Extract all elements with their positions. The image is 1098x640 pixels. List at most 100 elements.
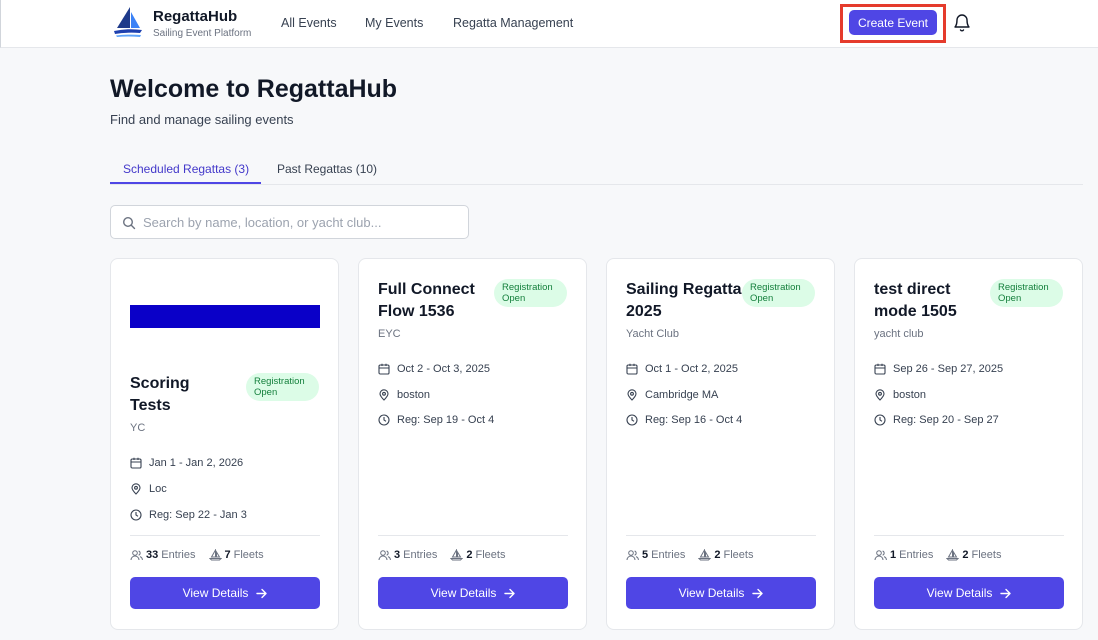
- fleets-stat: 2 Fleets: [698, 549, 753, 561]
- registration-window: Reg: Sep 19 - Oct 4: [397, 414, 495, 426]
- event-location: Cambridge MA: [645, 389, 719, 401]
- fleets-stat: 7 Fleets: [208, 549, 264, 561]
- badge-line: Open: [998, 293, 1022, 304]
- fleets-count: 2: [714, 549, 721, 561]
- calendar-icon: [130, 457, 142, 469]
- entries-stat: 3 Entries: [378, 549, 437, 561]
- fleets-stat: 2 Fleets: [946, 549, 1001, 561]
- badge-line: Registration: [750, 282, 801, 293]
- card-title: test direct mode 1505: [874, 279, 984, 323]
- fleets-count: 2: [466, 549, 473, 561]
- card-title: Scoring Tests: [130, 373, 240, 417]
- card-yacht-club: YC: [130, 422, 146, 434]
- clock-icon: [626, 414, 638, 426]
- card-stats: 3 Entries 2 Fleets: [378, 549, 518, 561]
- badge-line: Open: [750, 293, 774, 304]
- registration-window: Reg: Sep 20 - Sep 27: [893, 414, 999, 426]
- card-title-line: 2025: [626, 303, 662, 320]
- map-pin-icon: [875, 389, 885, 401]
- entries-count: 5: [642, 549, 649, 561]
- regatta-card: Full Connect Flow 1536 Registration Open…: [358, 258, 587, 630]
- view-details-button[interactable]: View Details: [626, 577, 816, 609]
- event-dates: Jan 1 - Jan 2, 2026: [149, 457, 244, 469]
- event-location: boston: [397, 389, 431, 401]
- bell-icon[interactable]: [953, 12, 971, 32]
- date-row: Jan 1 - Jan 2, 2026: [130, 455, 243, 471]
- entries-stat: 5 Entries: [626, 549, 685, 561]
- fleets-stat: 2 Fleets: [450, 549, 505, 561]
- sailboat-icon: [698, 549, 712, 561]
- nav-regatta-management[interactable]: Regatta Management: [453, 16, 573, 30]
- map-pin-icon: [627, 389, 637, 401]
- map-pin-icon: [379, 389, 389, 401]
- arrow-right-icon: [752, 588, 764, 598]
- view-details-button[interactable]: View Details: [378, 577, 568, 609]
- arrow-right-icon: [504, 588, 516, 598]
- sailboat-icon: [208, 549, 222, 561]
- event-location: Loc: [149, 483, 167, 495]
- clock-icon: [378, 414, 390, 426]
- badge-line: Registration: [502, 282, 553, 293]
- tabs-divider: [110, 184, 1083, 185]
- tab-scheduled-regattas[interactable]: Scheduled Regattas (3): [123, 162, 249, 176]
- view-details-button[interactable]: View Details: [874, 577, 1064, 609]
- location-row: Cambridge MA: [626, 387, 718, 403]
- card-title-line: Tests: [130, 397, 171, 414]
- nav-my-events[interactable]: My Events: [365, 16, 423, 30]
- card-stats: 5 Entries 2 Fleets: [626, 549, 766, 561]
- brand-name[interactable]: RegattaHub: [153, 8, 237, 25]
- status-badge: Registration Open: [742, 279, 815, 307]
- entries-count: 33: [146, 549, 159, 561]
- create-event-button[interactable]: Create Event: [849, 10, 937, 35]
- status-badge: Registration Open: [246, 373, 319, 401]
- clock-icon: [130, 509, 142, 521]
- date-row: Oct 2 - Oct 3, 2025: [378, 361, 490, 377]
- regatta-card: Sailing Regatta 2025 Registration Open Y…: [606, 258, 835, 630]
- page-subtitle: Find and manage sailing events: [110, 112, 294, 127]
- entries-stat: 1 Entries: [874, 549, 933, 561]
- map-pin-icon: [131, 483, 141, 495]
- registration-window: Reg: Sep 16 - Oct 4: [645, 414, 743, 426]
- event-dates: Oct 1 - Oct 2, 2025: [645, 363, 738, 375]
- calendar-icon: [874, 363, 886, 375]
- top-navigation-bar: RegattaHub Sailing Event Platform All Ev…: [0, 0, 1098, 48]
- registration-row: Reg: Sep 16 - Oct 4: [626, 412, 742, 428]
- users-icon: [130, 550, 143, 561]
- users-icon: [378, 550, 391, 561]
- card-divider: [874, 535, 1064, 536]
- search-input[interactable]: [143, 212, 459, 232]
- date-row: Oct 1 - Oct 2, 2025: [626, 361, 738, 377]
- status-badge: Registration Open: [990, 279, 1063, 307]
- card-title-line: Flow 1536: [378, 303, 455, 320]
- location-row: boston: [378, 387, 430, 403]
- card-yacht-club: yacht club: [874, 328, 924, 340]
- location-row: Loc: [130, 481, 167, 497]
- date-row: Sep 26 - Sep 27, 2025: [874, 361, 1003, 377]
- fleets-label: Fleets: [723, 549, 754, 561]
- regatta-card: Scoring Tests Registration Open YC Jan 1…: [110, 258, 339, 630]
- card-yacht-club: EYC: [378, 328, 401, 340]
- view-details-button[interactable]: View Details: [130, 577, 320, 609]
- card-title-line: Scoring: [130, 375, 190, 392]
- registration-window: Reg: Sep 22 - Jan 3: [149, 509, 247, 521]
- page-title: Welcome to RegattaHub: [110, 75, 398, 103]
- badge-line: Open: [502, 293, 526, 304]
- active-tab-indicator: [110, 182, 261, 184]
- view-details-label: View Details: [182, 586, 249, 600]
- regatta-card: test direct mode 1505 Registration Open …: [854, 258, 1083, 630]
- view-details-label: View Details: [926, 586, 993, 600]
- view-details-label: View Details: [430, 586, 497, 600]
- fleets-label: Fleets: [233, 549, 264, 561]
- users-icon: [874, 550, 887, 561]
- calendar-icon: [378, 363, 390, 375]
- nav-all-events[interactable]: All Events: [281, 16, 337, 30]
- search-box: [110, 205, 469, 239]
- card-stats: 1 Entries 2 Fleets: [874, 549, 1014, 561]
- tab-past-regattas[interactable]: Past Regattas (10): [277, 162, 377, 176]
- entries-label: Entries: [403, 549, 438, 561]
- entries-label: Entries: [899, 549, 934, 561]
- registration-row: Reg: Sep 22 - Jan 3: [130, 507, 247, 523]
- fleets-count: 7: [224, 549, 231, 561]
- registration-row: Reg: Sep 19 - Oct 4: [378, 412, 494, 428]
- sailboat-logo-icon[interactable]: [113, 6, 143, 38]
